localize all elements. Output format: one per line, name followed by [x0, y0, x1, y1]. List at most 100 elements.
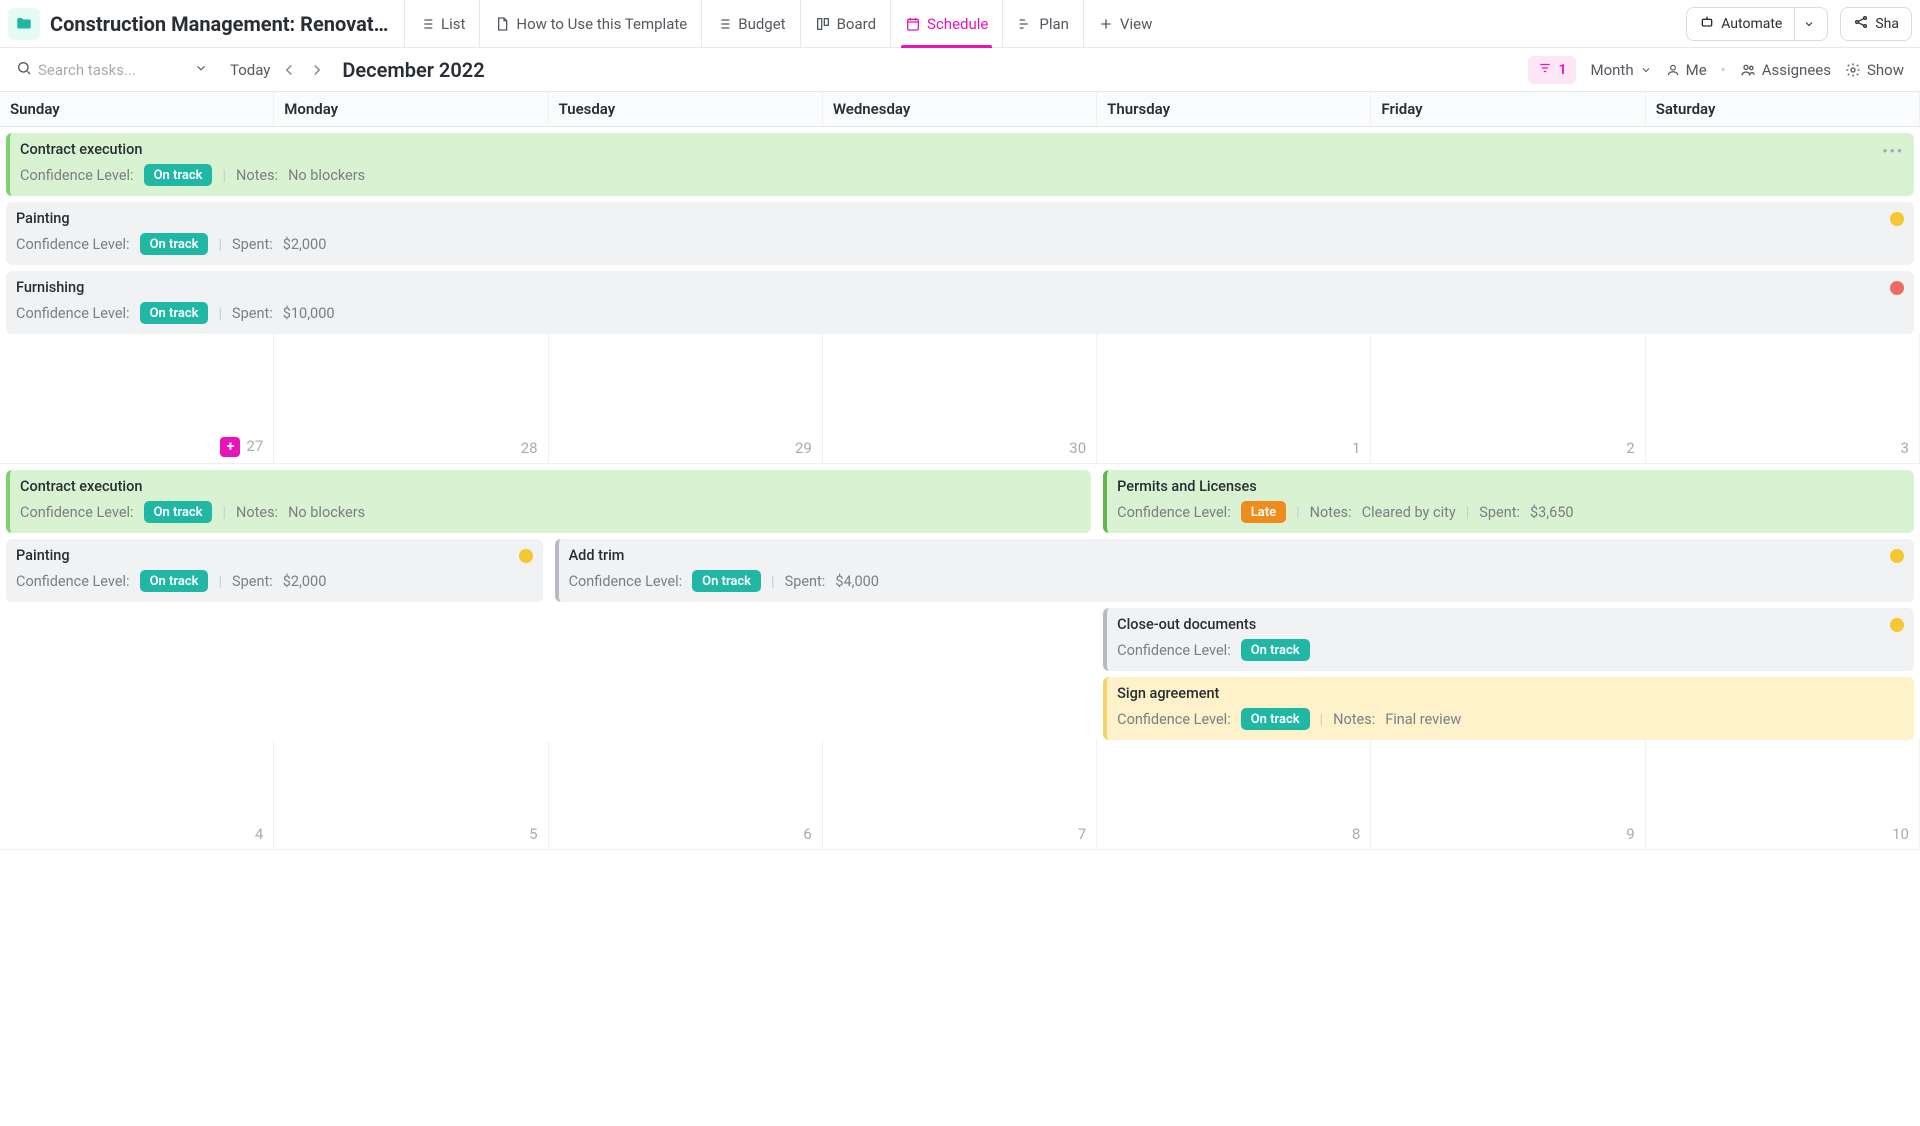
event-painting[interactable]: Painting Confidence Level: On track | Sp…	[6, 202, 1914, 265]
confidence-label: Confidence Level:	[1117, 711, 1231, 728]
automate-button[interactable]: Automate	[1686, 7, 1828, 41]
day-cell[interactable]: 29	[549, 334, 823, 464]
status-badge: On track	[692, 570, 761, 592]
event-title: Contract execution	[20, 141, 1904, 158]
notes-label: Notes:	[236, 167, 278, 184]
spent-value: $4,000	[835, 573, 879, 590]
add-task-icon[interactable]: +	[220, 437, 240, 457]
tab-list[interactable]: List	[404, 0, 479, 48]
day-header: Friday	[1371, 92, 1645, 126]
tab-label: How to Use this Template	[516, 15, 687, 33]
next-month-icon[interactable]	[308, 61, 326, 79]
confidence-label: Confidence Level:	[16, 305, 130, 322]
day-number: 1	[1352, 439, 1360, 457]
event-add-trim[interactable]: Add trim Confidence Level: On track | Sp…	[555, 539, 1914, 602]
day-cell[interactable]: 2	[1371, 334, 1645, 464]
chevron-down-icon	[1640, 64, 1652, 76]
more-icon[interactable]: •••	[1882, 143, 1904, 160]
day-number: 6	[803, 825, 811, 843]
doc-icon	[494, 16, 510, 32]
day-cell[interactable]: 28	[274, 334, 548, 464]
event-furnishing[interactable]: Furnishing Confidence Level: On track | …	[6, 271, 1914, 334]
view-mode-select[interactable]: Month	[1590, 61, 1651, 79]
status-badge: On track	[144, 164, 213, 186]
week-events: Contract execution Confidence Level: On …	[0, 464, 1920, 533]
notes-label: Notes:	[236, 504, 278, 521]
day-number: 28	[521, 439, 538, 457]
user-icon	[1666, 63, 1680, 77]
spent-value: $2,000	[283, 236, 327, 253]
spent-label: Spent:	[232, 236, 273, 253]
status-badge: On track	[140, 302, 209, 324]
me-filter[interactable]: Me	[1666, 61, 1707, 79]
today-button[interactable]: Today	[230, 61, 270, 79]
search-input[interactable]	[38, 61, 188, 79]
week-events: Furnishing Confidence Level: On track | …	[0, 265, 1920, 334]
day-cell[interactable]: 8	[1097, 740, 1371, 850]
month-title: December 2022	[342, 58, 484, 82]
search-icon	[16, 60, 32, 80]
page-title: Construction Management: Renovatio…	[50, 12, 390, 36]
chevron-down-icon[interactable]	[194, 61, 208, 79]
event-closeout-documents[interactable]: Close-out documents Confidence Level: On…	[1103, 608, 1914, 671]
prev-month-icon[interactable]	[280, 61, 298, 79]
gantt-icon	[1017, 16, 1033, 32]
day-cell[interactable]: +27	[0, 334, 274, 464]
week-events: ••• Contract execution Confidence Level:…	[0, 127, 1920, 196]
week-events: Painting Confidence Level: On track | Sp…	[0, 533, 1920, 602]
show-toggle[interactable]: Show	[1845, 61, 1904, 79]
day-cell[interactable]: 1	[1097, 334, 1371, 464]
day-cell[interactable]: 6	[549, 740, 823, 850]
day-header: Tuesday	[549, 92, 823, 126]
event-permits-licenses[interactable]: Permits and Licenses Confidence Level: L…	[1103, 470, 1914, 533]
chevron-down-icon[interactable]	[1794, 8, 1823, 40]
confidence-label: Confidence Level:	[1117, 642, 1231, 659]
event-contract-execution[interactable]: ••• Contract execution Confidence Level:…	[6, 133, 1914, 196]
view-mode-label: Month	[1590, 61, 1633, 79]
calendar-header: Sunday Monday Tuesday Wednesday Thursday…	[0, 92, 1920, 127]
tab-budget[interactable]: Budget	[701, 0, 799, 48]
event-title: Add trim	[569, 547, 1904, 564]
day-cell[interactable]: 4	[0, 740, 274, 850]
day-number: 2	[1626, 439, 1634, 457]
tab-schedule[interactable]: Schedule	[890, 0, 1002, 48]
assignees-label: Assignees	[1762, 61, 1831, 79]
spent-value: $3,650	[1530, 504, 1574, 521]
event-painting[interactable]: Painting Confidence Level: On track | Sp…	[6, 539, 543, 602]
board-icon	[815, 16, 831, 32]
show-label: Show	[1867, 61, 1904, 79]
assignees-filter[interactable]: Assignees	[1740, 61, 1831, 79]
share-button[interactable]: Sha	[1840, 7, 1912, 41]
day-number: 8	[1352, 825, 1360, 843]
folder-icon	[8, 8, 40, 40]
notes-value: Cleared by city	[1362, 504, 1456, 521]
day-number: 29	[795, 439, 812, 457]
date-nav: Today December 2022	[230, 58, 485, 82]
tab-plan[interactable]: Plan	[1002, 0, 1083, 48]
confidence-label: Confidence Level:	[20, 167, 134, 184]
notes-label: Notes:	[1310, 504, 1352, 521]
day-cell[interactable]: 3	[1646, 334, 1920, 464]
status-badge: Late	[1241, 501, 1286, 523]
day-cell[interactable]: 5	[274, 740, 548, 850]
tab-add-view[interactable]: View	[1083, 0, 1166, 48]
event-contract-execution[interactable]: Contract execution Confidence Level: On …	[6, 470, 1091, 533]
day-number: 4	[255, 825, 263, 843]
day-number: 7	[1078, 825, 1086, 843]
users-icon	[1740, 62, 1756, 78]
filter-count: 1	[1558, 62, 1566, 78]
top-toolbar: Construction Management: Renovatio… List…	[0, 0, 1920, 48]
day-cell[interactable]: 7	[823, 740, 1097, 850]
week-events: Sign agreement Confidence Level: On trac…	[0, 671, 1920, 740]
tab-label: Budget	[738, 15, 785, 33]
day-cell[interactable]: 30	[823, 334, 1097, 464]
day-cell[interactable]: 9	[1371, 740, 1645, 850]
filter-chip[interactable]: 1	[1528, 56, 1576, 84]
filter-icon	[1538, 61, 1552, 79]
status-dot-icon	[519, 549, 533, 563]
confidence-label: Confidence Level:	[1117, 504, 1231, 521]
event-sign-agreement[interactable]: Sign agreement Confidence Level: On trac…	[1103, 677, 1914, 740]
tab-howto[interactable]: How to Use this Template	[479, 0, 701, 48]
day-cell[interactable]: 10	[1646, 740, 1920, 850]
tab-board[interactable]: Board	[800, 0, 890, 48]
